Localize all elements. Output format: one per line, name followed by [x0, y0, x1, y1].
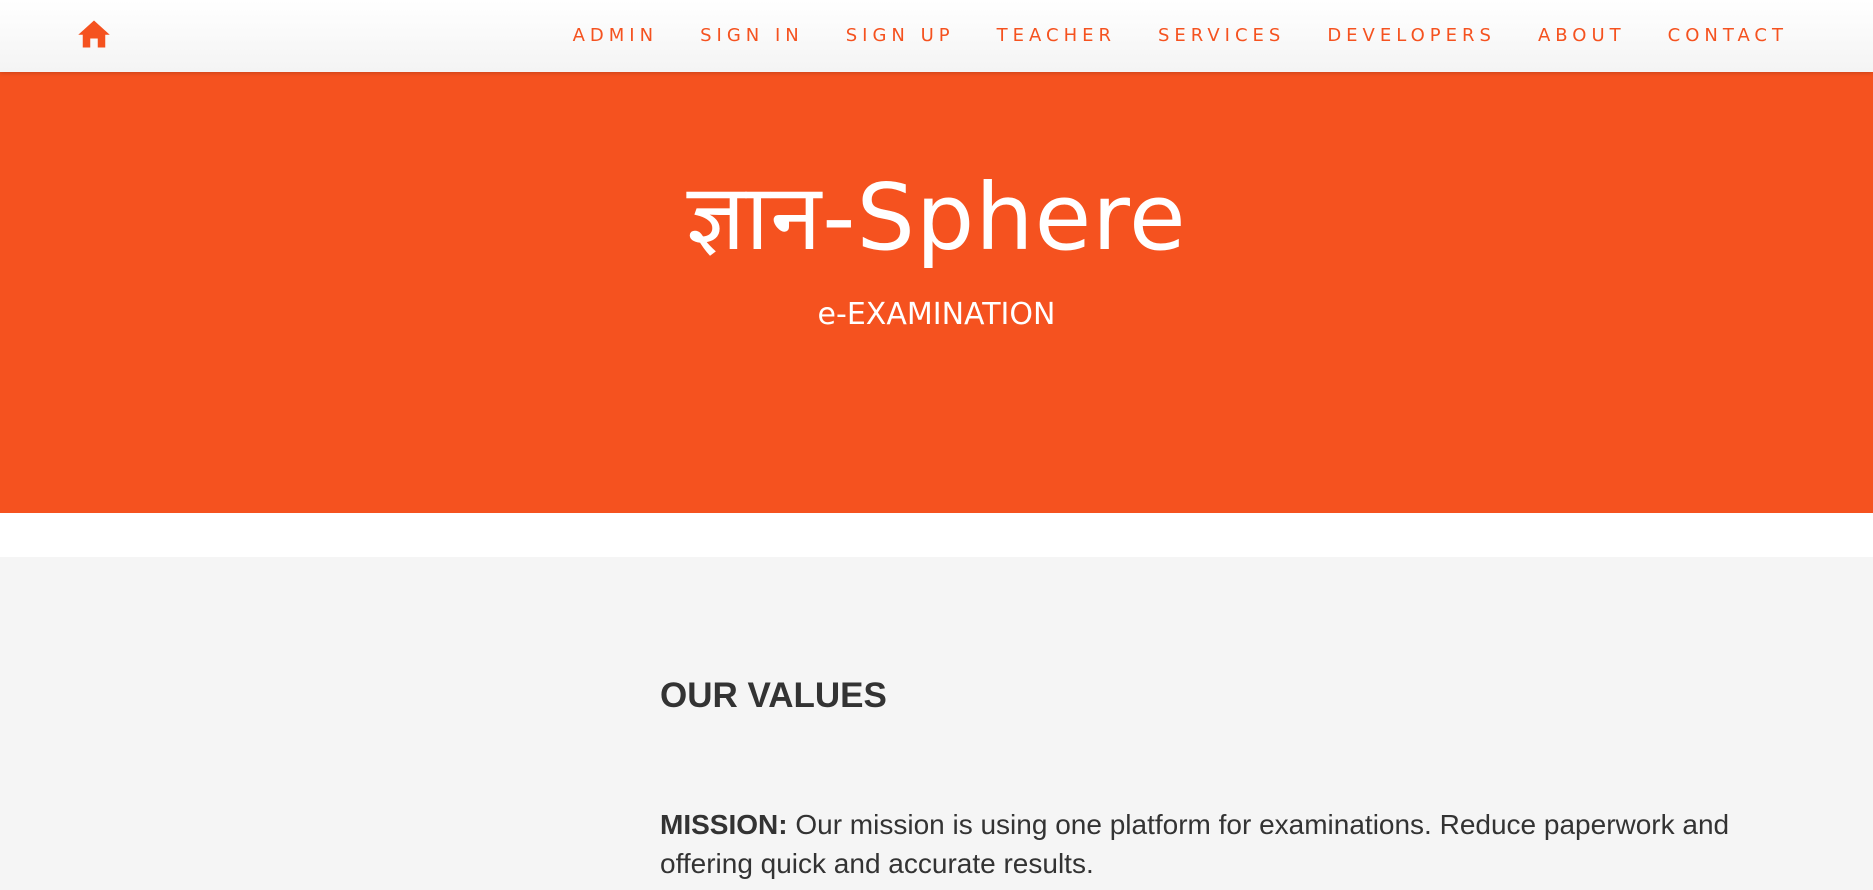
- nav-developers[interactable]: DEVELOPERS: [1327, 25, 1496, 46]
- mission-label: MISSION:: [660, 809, 788, 840]
- nav-contact[interactable]: CONTACT: [1668, 25, 1788, 46]
- top-navbar: ADMIN SIGN IN SIGN UP TEACHER SERVICES D…: [0, 0, 1873, 72]
- site-title: ज्ञान-Sphere: [686, 164, 1187, 271]
- nav-services[interactable]: SERVICES: [1158, 25, 1285, 46]
- nav-sign-up[interactable]: SIGN UP: [846, 25, 955, 46]
- mission-statement: MISSION: Our mission is using one platfo…: [660, 805, 1780, 883]
- nav-menu: ADMIN SIGN IN SIGN UP TEACHER SERVICES D…: [531, 0, 1788, 70]
- nav-admin[interactable]: ADMIN: [573, 25, 658, 46]
- mission-text: Our mission is using one platform for ex…: [660, 809, 1730, 879]
- hero-banner: ज्ञान-Sphere e-EXAMINATION: [0, 72, 1873, 513]
- home-link[interactable]: [76, 16, 112, 52]
- section-heading: OUR VALUES: [660, 676, 887, 715]
- home-icon: [78, 20, 110, 48]
- nav-about[interactable]: ABOUT: [1538, 25, 1626, 46]
- site-subtitle: e-EXAMINATION: [817, 297, 1056, 332]
- nav-sign-in[interactable]: SIGN IN: [700, 25, 804, 46]
- nav-teacher[interactable]: TEACHER: [997, 25, 1116, 46]
- values-section: OUR VALUES MISSION: Our mission is using…: [0, 557, 1873, 890]
